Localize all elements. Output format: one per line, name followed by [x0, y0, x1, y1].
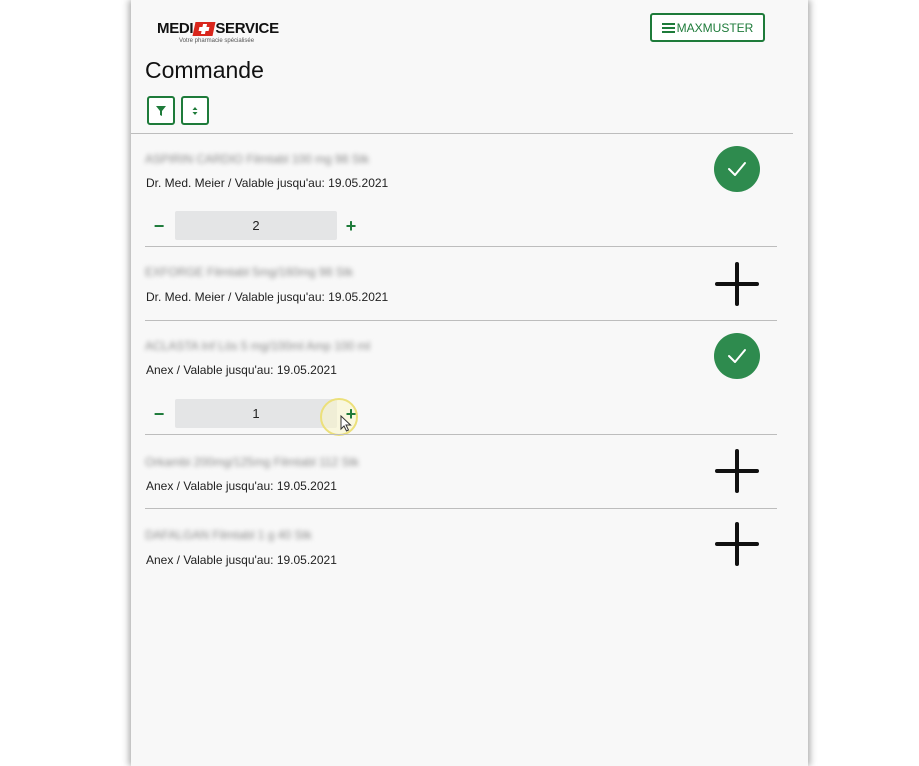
quantity-field[interactable]: 2: [175, 211, 337, 240]
item-name: DAFALGAN Filmtabl 1 g 40 Stk: [145, 528, 312, 542]
decrement-button[interactable]: −: [150, 405, 168, 423]
quantity-field[interactable]: 1: [175, 399, 337, 428]
logo-text-left: MEDI: [157, 20, 194, 37]
plus-icon[interactable]: [714, 521, 760, 567]
increment-button[interactable]: +: [342, 217, 360, 235]
check-icon[interactable]: [714, 333, 760, 379]
header-divider: [131, 133, 793, 134]
menu-icon: [661, 23, 675, 33]
swiss-cross-icon: [192, 21, 216, 36]
item-detail: Anex / Valable jusqu'au: 19.05.2021: [146, 479, 337, 493]
item-detail: Anex / Valable jusqu'au: 19.05.2021: [146, 553, 337, 567]
item-name: ACLASTA Inf Lös 5 mg/100ml Amp 100 ml: [145, 339, 371, 353]
user-menu-label: MAXMUSTER: [676, 20, 754, 35]
logo: MEDI SERVICE Votre pharmacie spécialisée: [157, 20, 279, 44]
item-detail: Dr. Med. Meier / Valable jusqu'au: 19.05…: [146, 290, 389, 304]
check-icon[interactable]: [714, 146, 760, 192]
sort-button[interactable]: [181, 96, 209, 125]
item-name: Orkambi 200mg/125mg Filmtabl 112 Stk: [145, 455, 359, 469]
filter-button[interactable]: [147, 96, 175, 125]
filter-icon: [156, 105, 166, 116]
item-detail: Dr. Med. Meier / Valable jusqu'au: 19.05…: [146, 176, 389, 190]
item-name: ASPIRIN CARDIO Filmtabl 100 mg 98 Stk: [145, 152, 370, 166]
item-divider: [145, 508, 777, 509]
decrement-button[interactable]: −: [150, 217, 168, 235]
item-divider: [145, 320, 777, 321]
item-divider: [145, 246, 777, 247]
cursor-icon: [340, 415, 352, 432]
page-title: Commande: [145, 57, 264, 83]
item-divider: [145, 434, 777, 435]
item-name: EXFORGE Filmtabl 5mg/160mg 98 Stk: [145, 265, 354, 279]
item-detail: Anex / Valable jusqu'au: 19.05.2021: [146, 363, 337, 377]
user-menu-button[interactable]: MAXMUSTER: [650, 13, 765, 42]
app-panel: MEDI SERVICE Votre pharmacie spécialisée…: [131, 0, 808, 766]
plus-icon[interactable]: [714, 261, 760, 307]
logo-tagline: Votre pharmacie spécialisée: [179, 38, 255, 44]
sort-icon: [192, 106, 198, 115]
plus-icon[interactable]: [714, 448, 760, 494]
logo-text-right: SERVICE: [215, 20, 279, 37]
